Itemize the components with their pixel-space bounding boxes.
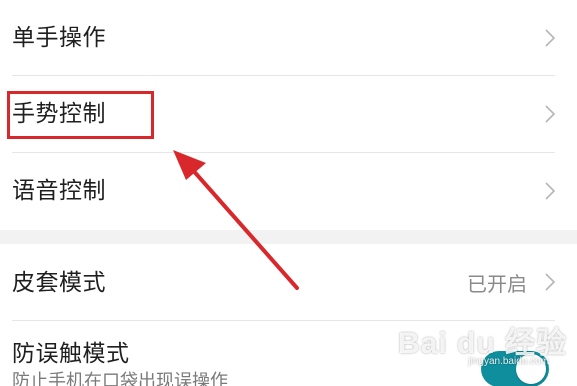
settings-item-one-hand[interactable]: 单手操作 [0,0,577,76]
settings-item-cover-mode[interactable]: 皮套模式 已开启 [0,244,577,320]
settings-item-label: 皮套模式 [12,270,106,296]
chevron-right-icon [545,273,555,291]
settings-item-status: 已开启 [467,272,527,296]
section-separator [0,230,577,244]
chevron-right-icon [545,105,555,123]
highlight-box [7,91,154,139]
settings-item-voice-control[interactable]: 语音控制 [0,153,577,230]
settings-item-sublabel: 防止手机在口袋出现误操作 [12,371,228,386]
settings-item-label: 单手操作 [12,25,106,51]
settings-item-label: 语音控制 [12,178,106,204]
settings-page: 单手操作 手势控制 语音控制 皮套模式 已开启 防误触模式 防止手机在口袋出现误… [0,0,577,386]
chevron-right-icon [545,29,555,47]
watermark-url: jingyan.baidu.com [468,356,549,367]
chevron-right-icon [545,182,555,200]
settings-item-label: 防误触模式 [12,341,130,367]
